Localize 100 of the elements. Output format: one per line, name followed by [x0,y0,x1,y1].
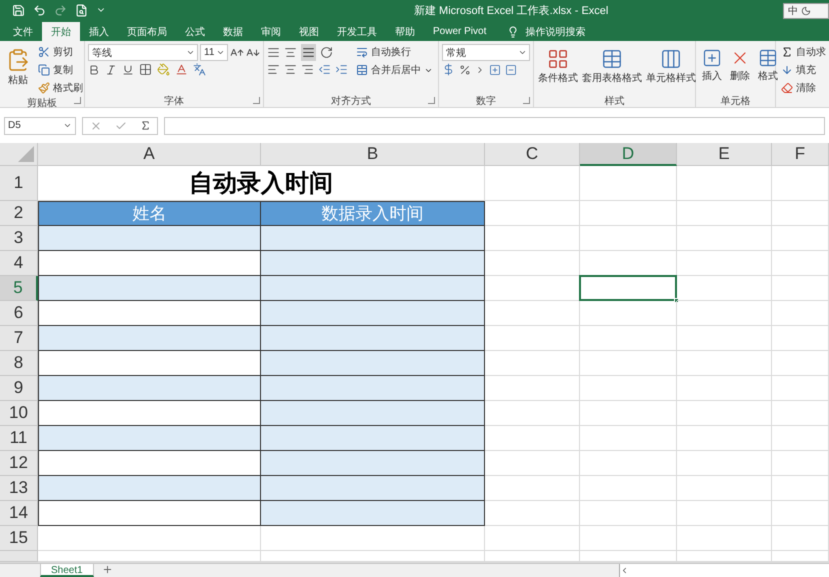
print-preview-icon[interactable] [75,4,88,16]
grid-cell[interactable] [580,166,677,201]
table-cell[interactable] [38,301,261,326]
cut-button[interactable]: 剪切 [36,44,85,60]
column-header[interactable]: C [485,143,580,166]
grid-cell[interactable] [261,526,485,551]
grid-cell[interactable] [485,301,580,326]
edit-button[interactable]: 填充 [779,62,828,78]
column-header[interactable]: F [772,143,829,166]
dropdown-caret-icon[interactable] [518,48,527,57]
cells-button[interactable]: 插入 [699,44,725,94]
grid-cell[interactable] [485,501,580,526]
ribbon-tab[interactable]: 插入 [80,22,118,41]
font-size-dropdown[interactable]: 11 [200,44,228,61]
grid-cell[interactable] [677,326,772,351]
fill-color-icon[interactable] [157,63,170,76]
grid-cell[interactable] [580,401,677,426]
dialog-launcher-icon[interactable] [74,97,81,104]
grid-cell[interactable] [485,226,580,251]
grid-cell[interactable] [485,401,580,426]
row-header[interactable]: 9 [0,376,38,401]
grid-cell[interactable] [580,476,677,501]
table-cell[interactable] [261,426,485,451]
tell-me-search[interactable]: 操作说明搜索 [507,22,586,41]
middle-align-icon[interactable] [284,46,297,59]
row-header[interactable]: 8 [0,351,38,376]
enter-icon[interactable] [114,120,126,132]
orientation-icon[interactable] [320,46,333,59]
table-cell[interactable] [261,376,485,401]
grid-cell[interactable] [677,451,772,476]
grid-cell[interactable] [580,526,677,551]
table-cell[interactable] [38,376,261,401]
add-sheet-icon[interactable] [102,564,113,575]
grid-cell[interactable] [485,451,580,476]
dropdown-caret-icon[interactable] [63,121,72,130]
grid-cell[interactable] [485,376,580,401]
table-cell[interactable] [261,476,485,501]
number-format-dropdown[interactable]: 常规 [442,44,530,61]
cancel-icon[interactable] [90,120,102,132]
row-header[interactable]: 4 [0,251,38,276]
grid-cell[interactable] [772,551,829,562]
grid-cell[interactable] [485,476,580,501]
italic-icon[interactable] [105,64,117,76]
ribbon-tab[interactable]: 视图 [290,22,328,41]
table-cell[interactable] [38,226,261,251]
row-header[interactable]: 6 [0,301,38,326]
grid-cell[interactable] [580,301,677,326]
grid-cell[interactable] [772,501,829,526]
undo-icon[interactable] [33,4,46,16]
table-cell[interactable] [261,451,485,476]
grid-cell[interactable] [772,301,829,326]
bottom-align-icon[interactable] [301,44,316,61]
ribbon-tab[interactable]: 页面布局 [118,22,176,41]
grid-cell[interactable] [772,401,829,426]
format-painter-button[interactable]: 格式刷 [36,80,85,96]
copy-button[interactable]: 复制 [36,62,85,78]
grid-cell[interactable] [772,376,829,401]
grid-cell[interactable] [772,451,829,476]
style-button[interactable]: 单元格样式 [645,44,697,94]
row-header[interactable]: 7 [0,326,38,351]
moon-icon[interactable] [801,6,811,16]
grid-cell[interactable] [580,226,677,251]
borders-icon[interactable] [139,63,152,76]
table-cell[interactable] [38,501,261,526]
grid-cell[interactable] [580,326,677,351]
ime-mode[interactable]: 中 [788,4,798,18]
table-cell[interactable] [38,451,261,476]
grid-cell[interactable] [772,251,829,276]
active-cell[interactable] [580,276,677,301]
ribbon-tab[interactable]: 公式 [176,22,214,41]
grid-cell[interactable] [580,501,677,526]
table-cell[interactable] [261,226,485,251]
ribbon-tab[interactable]: 数据 [214,22,252,41]
grid-cell[interactable] [485,426,580,451]
grid-cell[interactable] [38,526,261,551]
row-header[interactable]: 11 [0,426,38,451]
row-header[interactable]: 10 [0,401,38,426]
grid-cell[interactable] [677,351,772,376]
wrap-text-button[interactable]: 自动换行 [354,44,435,60]
table-cell[interactable] [38,251,261,276]
table-cell[interactable] [261,351,485,376]
horizontal-scrollbar[interactable] [619,564,829,577]
font-color-icon[interactable] [175,63,188,76]
top-align-icon[interactable] [267,46,280,59]
grid-cell[interactable] [772,351,829,376]
grid-cell[interactable] [772,201,829,226]
grid-cell[interactable] [772,326,829,351]
table-cell[interactable] [38,326,261,351]
grid-cell[interactable] [485,326,580,351]
grid-cell[interactable] [677,226,772,251]
table-cell[interactable] [38,276,261,301]
grid-cell[interactable] [772,476,829,501]
grid-cell[interactable] [580,551,677,562]
grid-cell[interactable] [580,376,677,401]
grid-cell[interactable] [38,551,261,562]
grid-cell[interactable] [677,526,772,551]
grid-cell[interactable] [772,166,829,201]
redo-icon[interactable] [54,4,67,16]
dropdown-caret-icon[interactable] [186,48,195,57]
grid-cell[interactable] [485,166,580,201]
